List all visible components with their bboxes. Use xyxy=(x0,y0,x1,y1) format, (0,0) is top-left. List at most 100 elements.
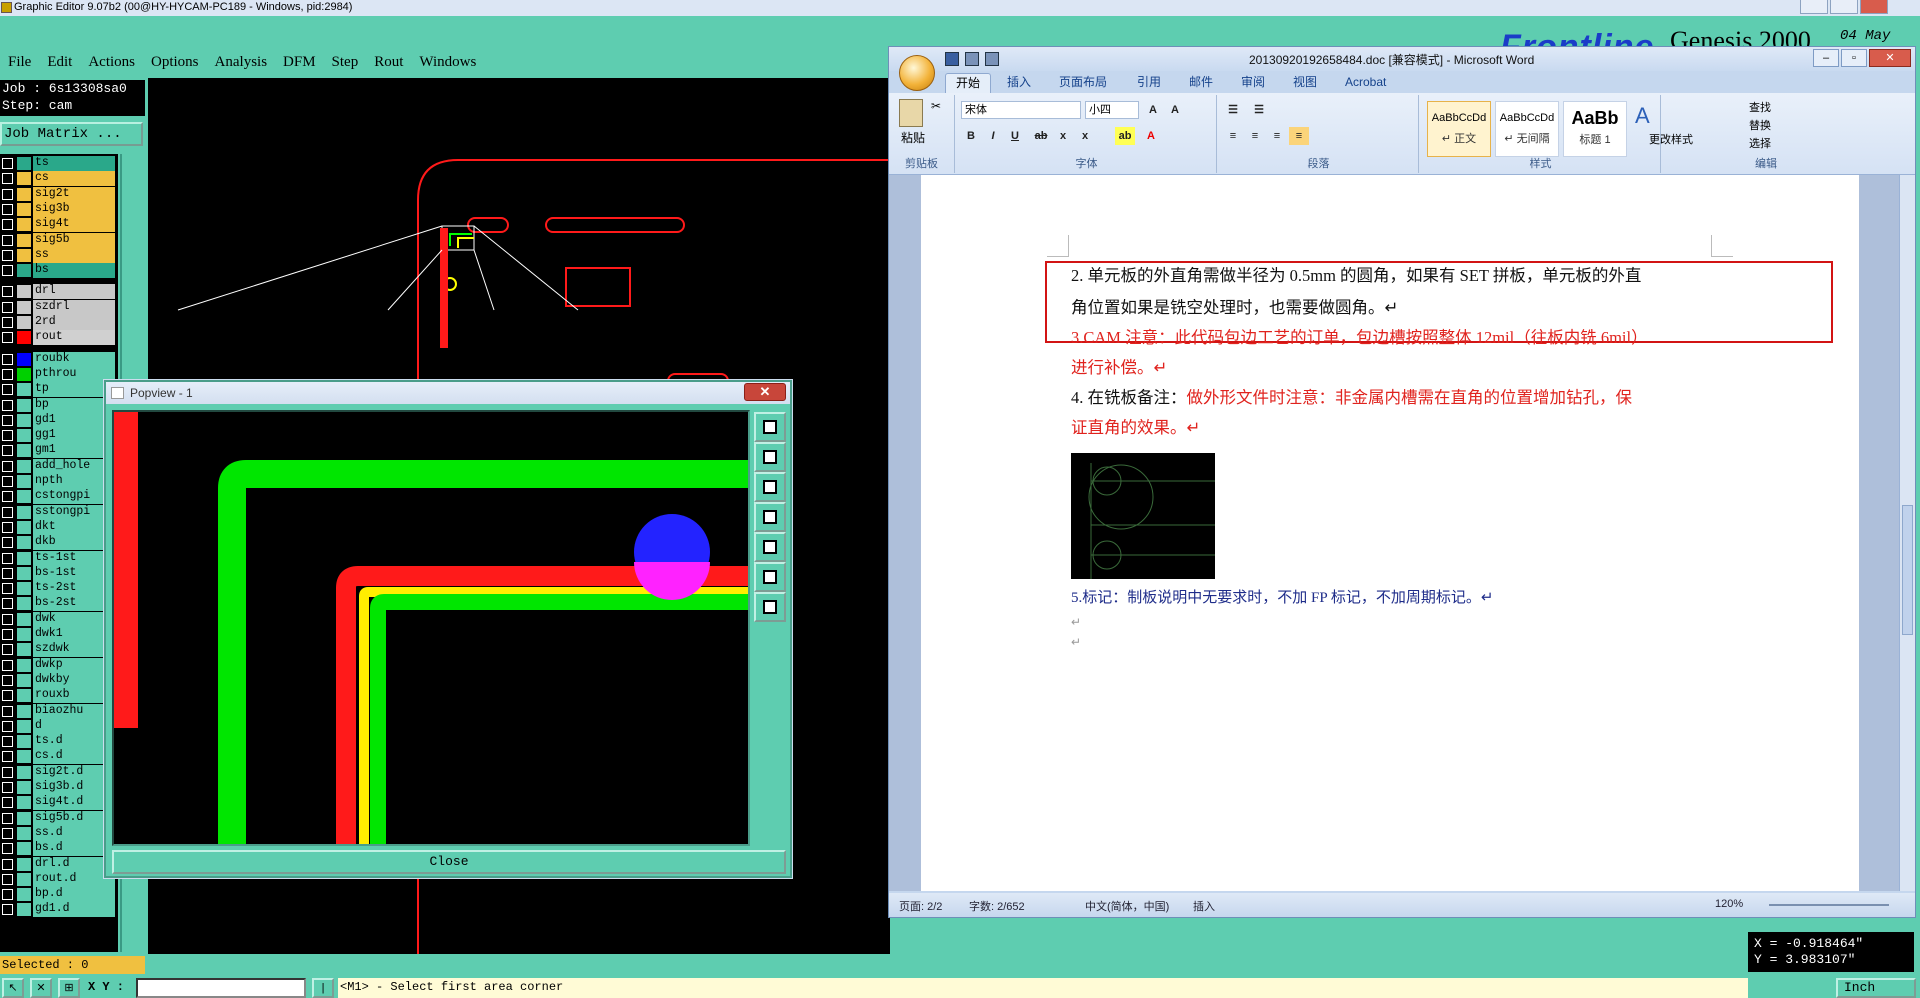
layer-name[interactable]: bp xyxy=(33,397,115,413)
layer-color-swatch[interactable] xyxy=(17,367,31,381)
layer-color-swatch[interactable] xyxy=(17,383,31,397)
tab-acrobat[interactable]: Acrobat xyxy=(1335,73,1396,93)
cut-icon[interactable]: ✂ xyxy=(931,99,941,113)
close-button[interactable] xyxy=(1860,0,1888,14)
layer-checkbox[interactable] xyxy=(2,873,13,885)
align-left-icon[interactable]: ≡ xyxy=(1223,127,1243,145)
layer-row[interactable]: bp.d xyxy=(0,887,118,903)
layer-row[interactable]: ts.d xyxy=(0,734,118,750)
layer-row[interactable]: sig2t.d xyxy=(0,764,118,780)
find-button[interactable]: 查找 xyxy=(1749,99,1771,115)
layer-row[interactable]: szdwk xyxy=(0,642,118,658)
layer-name[interactable]: bs.d xyxy=(33,841,115,857)
layer-checkbox[interactable] xyxy=(2,384,13,396)
layer-name[interactable]: pthrou xyxy=(33,366,115,382)
layer-color-swatch[interactable] xyxy=(17,781,31,794)
layer-color-swatch[interactable] xyxy=(17,704,31,718)
layer-color-swatch[interactable] xyxy=(17,520,31,534)
layer-color-swatch[interactable] xyxy=(17,796,31,810)
layer-checkbox[interactable] xyxy=(2,353,13,365)
layer-checkbox[interactable] xyxy=(2,158,13,169)
layer-row[interactable]: sig5b xyxy=(0,232,118,248)
underline-icon[interactable]: U xyxy=(1005,127,1025,145)
layer-name[interactable]: bs-2st xyxy=(33,596,115,612)
layer-row[interactable]: sig3b.d xyxy=(0,780,118,795)
layer-name[interactable]: ts.d xyxy=(33,734,115,750)
menu-rout[interactable]: Rout xyxy=(366,54,411,71)
layer-row[interactable]: dkt xyxy=(0,519,118,535)
layer-checkbox[interactable] xyxy=(2,705,13,717)
layer-row[interactable]: drl xyxy=(0,284,118,300)
layer-name[interactable]: sig5b.d xyxy=(33,810,115,826)
layer-checkbox[interactable] xyxy=(2,598,13,610)
layer-color-swatch[interactable] xyxy=(17,689,31,703)
layer-name[interactable]: rout.d xyxy=(33,871,115,887)
layer-color-swatch[interactable] xyxy=(17,202,31,216)
layer-color-swatch[interactable] xyxy=(17,490,31,504)
layer-checkbox[interactable] xyxy=(2,265,13,277)
layer-row[interactable]: bp xyxy=(0,397,118,413)
layer-color-swatch[interactable] xyxy=(17,673,31,687)
zoom-slider[interactable] xyxy=(1769,904,1889,906)
layer-name[interactable]: ss xyxy=(33,247,115,263)
layer-checkbox[interactable] xyxy=(2,506,13,518)
popview-canvas[interactable] xyxy=(112,410,750,846)
layer-color-swatch[interactable] xyxy=(17,264,31,278)
layer-color-swatch[interactable] xyxy=(17,612,31,626)
layer-row[interactable]: cstongpi xyxy=(0,489,118,505)
layer-checkbox[interactable] xyxy=(2,827,13,839)
cursor-tool-icon[interactable]: ↖ xyxy=(2,978,24,998)
layer-name[interactable]: ss.d xyxy=(33,825,115,841)
layer-name[interactable]: sig3b xyxy=(33,201,115,217)
layer-color-swatch[interactable] xyxy=(17,842,31,856)
menu-dfm[interactable]: DFM xyxy=(275,54,324,71)
pan-right-button[interactable] xyxy=(754,532,786,562)
layer-row[interactable]: dwk xyxy=(0,611,118,627)
layer-row[interactable]: rouxb xyxy=(0,688,118,704)
layer-name[interactable]: sig3b.d xyxy=(33,780,115,795)
layer-color-swatch[interactable] xyxy=(17,597,31,611)
layer-checkbox[interactable] xyxy=(2,751,13,763)
pan-up-button[interactable] xyxy=(754,442,786,472)
layer-row[interactable]: gm1 xyxy=(0,443,118,459)
align-right-icon[interactable]: ≡ xyxy=(1267,127,1287,145)
replace-button[interactable]: 替换 xyxy=(1749,117,1771,133)
layer-row[interactable]: sig5b.d xyxy=(0,810,118,826)
font-name-select[interactable]: 宋体 xyxy=(961,101,1081,119)
layer-name[interactable]: sig5b xyxy=(33,232,115,248)
layer-row[interactable]: drl.d xyxy=(0,856,118,872)
layer-checkbox[interactable] xyxy=(2,491,13,503)
tab-view[interactable]: 视图 xyxy=(1283,73,1327,93)
layer-row[interactable]: szdrl xyxy=(0,299,118,315)
status-page[interactable]: 页面: 2/2 xyxy=(899,898,942,914)
layer-checkbox[interactable] xyxy=(2,736,13,748)
layer-color-swatch[interactable] xyxy=(17,903,31,917)
change-styles-icon[interactable]: A xyxy=(1635,103,1650,129)
layer-name[interactable]: szdwk xyxy=(33,642,115,658)
maximize-button[interactable] xyxy=(1830,0,1858,14)
tab-references[interactable]: 引用 xyxy=(1127,73,1171,93)
layer-name[interactable]: dkb xyxy=(33,535,115,551)
style-heading1[interactable]: AaBb 标题 1 xyxy=(1563,101,1627,157)
xy-input[interactable] xyxy=(136,978,306,998)
select-button[interactable]: 选择 xyxy=(1749,135,1771,151)
layer-checkbox[interactable] xyxy=(2,332,13,344)
tab-insert[interactable]: 插入 xyxy=(997,73,1041,93)
layer-row[interactable]: 2rd xyxy=(0,315,118,330)
layer-color-swatch[interactable] xyxy=(17,551,31,565)
layer-row[interactable]: sig3b xyxy=(0,201,118,217)
layer-row[interactable]: sig4t xyxy=(0,217,118,233)
subscript-icon[interactable]: x xyxy=(1053,127,1073,145)
message-toggle-icon[interactable]: | xyxy=(312,978,334,998)
layer-name[interactable]: sig2t.d xyxy=(33,764,115,780)
font-color-icon[interactable]: A xyxy=(1141,127,1161,145)
zoom-in-button[interactable] xyxy=(754,592,786,622)
layer-row[interactable]: sig2t xyxy=(0,186,118,202)
redo-icon[interactable] xyxy=(985,52,999,66)
layer-name[interactable]: bs-1st xyxy=(33,565,115,581)
layer-name[interactable]: cstongpi xyxy=(33,489,115,505)
layer-checkbox[interactable] xyxy=(2,203,13,215)
change-styles[interactable]: 更改样式 xyxy=(1649,95,1693,173)
layer-checkbox[interactable] xyxy=(2,460,13,472)
layer-name[interactable]: dkt xyxy=(33,519,115,535)
